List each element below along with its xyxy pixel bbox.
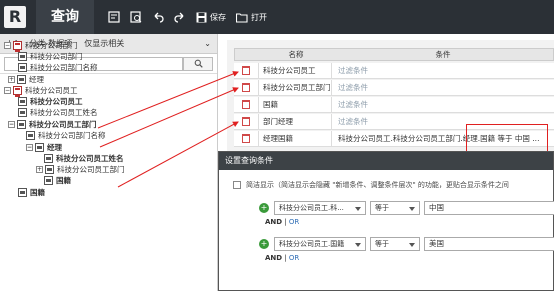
tree-node[interactable]: 科技分公司员工姓名 [18,107,98,118]
field-icon [26,131,35,140]
grid-header: 名称 条件 [234,48,554,61]
operator-select[interactable]: 等于 [370,201,420,215]
app-logo: R [0,0,30,34]
table-row[interactable]: 科技分公司员工部门 过滤条件 [234,79,554,96]
and-or-toggle[interactable]: AND | OR [265,218,299,226]
field-icon [45,165,54,174]
field-icon [44,154,53,163]
open-button[interactable]: 打开 [236,0,267,34]
tree-node[interactable]: 科技分公司员工姓名 [44,153,124,164]
highlight-box [466,124,548,154]
field-icon [35,143,44,152]
field-icon [18,63,27,72]
query-condition-dialog: 设置查询条件 简洁显示（简洁显示会隐藏 "新增条件、调整条件层次" 的功能，更贴… [218,151,554,291]
add-condition-icon[interactable]: + [259,239,269,249]
field-icon [18,108,27,117]
simple-display-checkbox[interactable] [233,181,241,189]
redo-icon[interactable] [174,0,186,34]
collapse-icon[interactable]: − [26,144,33,151]
field-icon [18,188,27,197]
collapse-icon[interactable]: − [8,121,15,128]
tree-node[interactable]: 国籍 [44,175,71,186]
header-condition: 条件 [435,50,451,59]
dialog-title: 设置查询条件 [219,152,553,170]
delete-icon[interactable] [242,83,250,92]
logo-letter: R [4,6,26,28]
tree-node[interactable]: 科技分公司员工 [18,96,83,107]
value-input[interactable]: 中国 [424,201,554,215]
expand-icon[interactable]: + [8,76,15,83]
table-icon [13,86,22,97]
expand-icon[interactable]: + [36,166,43,173]
add-condition-icon[interactable]: + [259,203,269,213]
delete-icon[interactable] [242,117,250,126]
tab-filter[interactable]: 仅显示相关 [78,34,130,54]
tree-node[interactable]: + 科技分公司员工部门 [36,164,125,175]
collapse-icon[interactable]: − [4,42,11,49]
and-or-toggle[interactable]: AND | OR [265,254,299,262]
tree-node[interactable]: + 经理 [8,74,44,85]
table-icon [13,41,22,52]
tree-node[interactable]: − 科技分公司部门 [4,40,78,52]
field-select[interactable]: 科技分公司员工.科... [274,201,366,215]
table-row[interactable]: 科技分公司员工 过滤条件 [234,62,554,79]
collapse-icon[interactable]: − [4,87,11,94]
tree-node[interactable]: 科技分公司部门名称 [18,62,98,73]
delete-icon[interactable] [242,134,250,143]
undo-icon[interactable] [152,0,164,34]
field-icon [18,52,27,61]
tree-node[interactable]: − 科技分公司员工 [4,85,78,97]
save-label: 保存 [210,12,226,22]
field-select[interactable]: 科技分公司员工.国籍 [274,237,366,251]
tree-node[interactable]: − 科技分公司员工部门 [8,119,97,130]
tree-node[interactable]: 科技分公司部门 [18,51,83,62]
top-toolbar: R 查询 保存 打开 [0,0,554,34]
search-preview-icon[interactable] [130,0,142,34]
simple-display-label: 简洁显示（简洁显示会隐藏 "新增条件、调整条件层次" 的功能，更贴合显示条件之间 [246,181,509,189]
value-input[interactable]: 美国 [424,237,554,251]
search-icon [194,59,203,68]
condition-row: + 科技分公司员工.国籍 等于 美国 [259,236,554,252]
table-row[interactable]: 国籍 过滤条件 [234,96,554,113]
condition-row: + 科技分公司员工.科... 等于 中国 [259,200,554,216]
search-button[interactable] [183,56,213,71]
save-button[interactable]: 保存 [196,0,226,34]
folder-icon [236,12,248,23]
tree-node[interactable]: 国籍 [18,187,45,198]
tree-node[interactable]: − 经理 [26,142,62,153]
header-name: 名称 [288,50,304,59]
operator-select[interactable]: 等于 [370,237,420,251]
page-title: 查询 [36,0,94,34]
simple-display-option[interactable]: 简洁显示（简洁显示会隐藏 "新增条件、调整条件层次" 的功能，更贴合显示条件之间 [233,180,509,190]
tree-node[interactable]: 科技分公司部门名称 [26,130,106,141]
open-label: 打开 [251,12,267,22]
field-icon [17,120,26,129]
chevron-down-icon[interactable]: ⌄ [204,39,211,48]
delete-icon[interactable] [242,100,250,109]
field-icon [17,75,26,84]
delete-icon[interactable] [242,66,250,75]
field-icon [44,176,53,185]
preview-icon[interactable] [108,0,120,34]
save-icon [196,12,207,22]
field-icon [18,97,27,106]
